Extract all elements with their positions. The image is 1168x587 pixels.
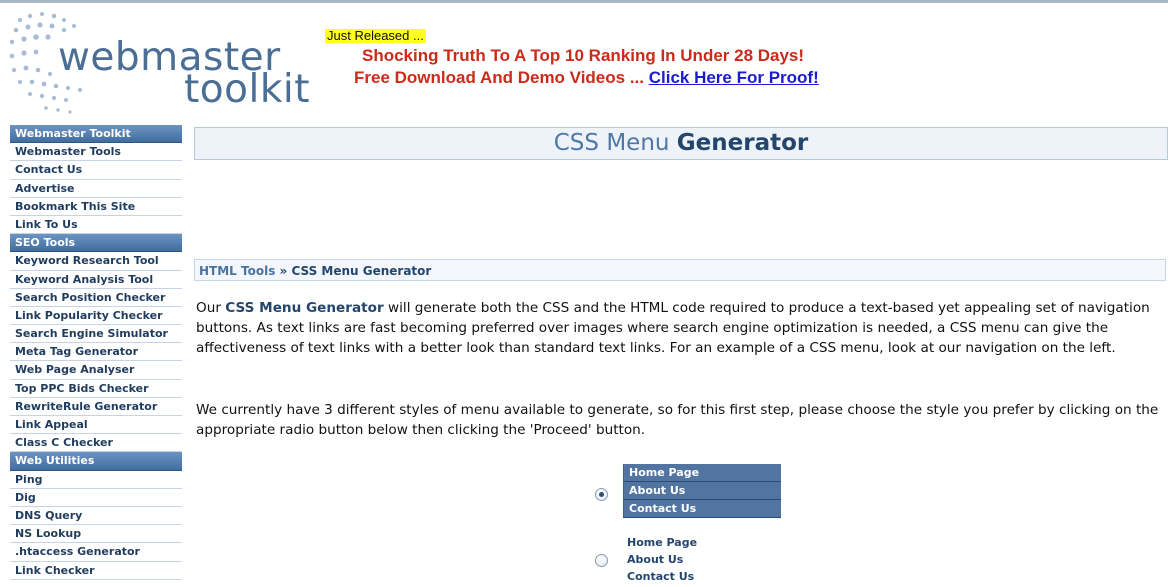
site-logo[interactable]: webmaster toolkit [6,8,316,120]
intro-emphasis: CSS Menu Generator [225,300,384,316]
breadcrumb-html-tools[interactable]: HTML Tools [199,264,275,278]
breadcrumb-separator: » [275,264,292,278]
page-title-bold: Generator [676,130,809,156]
sidebar-item-link-to-us[interactable]: Link To Us [10,215,182,235]
instructions-paragraph: We currently have 3 different styles of … [196,402,1159,438]
sidebar-item-meta-tag[interactable]: Meta Tag Generator [10,343,182,362]
sidebar-item-link-checker[interactable]: Link Checker [10,561,182,580]
sidebar-item-ping[interactable]: Ping [10,470,182,489]
sidebar-item-ppc-bids[interactable]: Top PPC Bids Checker [10,379,182,398]
promo-subline-text: Free Download And Demo Videos ... [354,68,649,87]
sidebar-item-search-position[interactable]: Search Position Checker [10,288,182,307]
sidebar-header-seo-tools[interactable]: SEO Tools [10,234,182,253]
sidebar-item-link-appeal[interactable]: Link Appeal [10,416,182,435]
breadcrumb: HTML Tools » CSS Menu Generator [194,259,1166,281]
top-border [0,0,1168,3]
promo-headline: Shocking Truth To A Top 10 Ranking In Un… [362,46,805,65]
style-2-item-contact: Contact Us [627,570,695,583]
page-title-light: CSS Menu [553,130,677,156]
promo-proof-link[interactable]: Click Here For Proof! [649,68,819,87]
promo-subline: Free Download And Demo Videos ... Click … [354,68,819,88]
sidebar-item-rewriterule[interactable]: RewriteRule Generator [10,397,182,416]
style-2-item-about: About Us [627,553,684,566]
sidebar-item-dig[interactable]: Dig [10,488,182,507]
sidebar-item-advertise[interactable]: Advertise [10,179,182,198]
style-2-preview: Home Page About Us Contact Us [623,534,781,585]
intro-prefix: Our [196,300,226,316]
sidebar-item-webmaster-tools[interactable]: Webmaster Tools [10,143,182,162]
sidebar-item-contact-us[interactable]: Contact Us [10,161,182,180]
sidebar-item-ns-lookup[interactable]: NS Lookup [10,525,182,544]
sidebar-item-htaccess[interactable]: .htaccess Generator [10,543,182,562]
style-1-radio[interactable] [595,488,608,501]
page-title: CSS Menu Generator [194,127,1168,160]
sidebar-item-se-simulator[interactable]: Search Engine Simulator [10,325,182,344]
intro-paragraph: Our CSS Menu Generator will generate bot… [196,298,1168,358]
sidebar-item-dns-query[interactable]: DNS Query [10,506,182,526]
sidebar-item-bookmark[interactable]: Bookmark This Site [10,197,182,216]
sidebar-item-keyword-research[interactable]: Keyword Research Tool [10,252,182,271]
style-1-item-home: Home Page [623,464,781,482]
sidebar-item-page-analyser[interactable]: Web Page Analyser [10,361,182,380]
style-1-item-about: About Us [623,482,781,500]
style-2-item-home: Home Page [627,536,698,549]
style-1-item-contact: Contact Us [623,500,781,518]
sidebar-nav: Webmaster Toolkit Webmaster Tools Contac… [10,125,182,580]
sidebar-header-web-utilities[interactable]: Web Utilities [10,452,182,471]
breadcrumb-current: CSS Menu Generator [291,264,432,278]
sidebar-item-link-popularity[interactable]: Link Popularity Checker [10,306,182,326]
sidebar-item-keyword-analysis[interactable]: Keyword Analysis Tool [10,270,182,289]
style-2-radio[interactable] [595,554,608,567]
style-1-preview: Home Page About Us Contact Us [623,464,781,518]
logo-word-toolkit: toolkit [184,67,311,112]
sidebar-header-webmaster-toolkit[interactable]: Webmaster Toolkit [10,125,182,144]
promo-tag: Just Released ... [325,28,426,43]
sidebar-item-class-c[interactable]: Class C Checker [10,434,182,453]
